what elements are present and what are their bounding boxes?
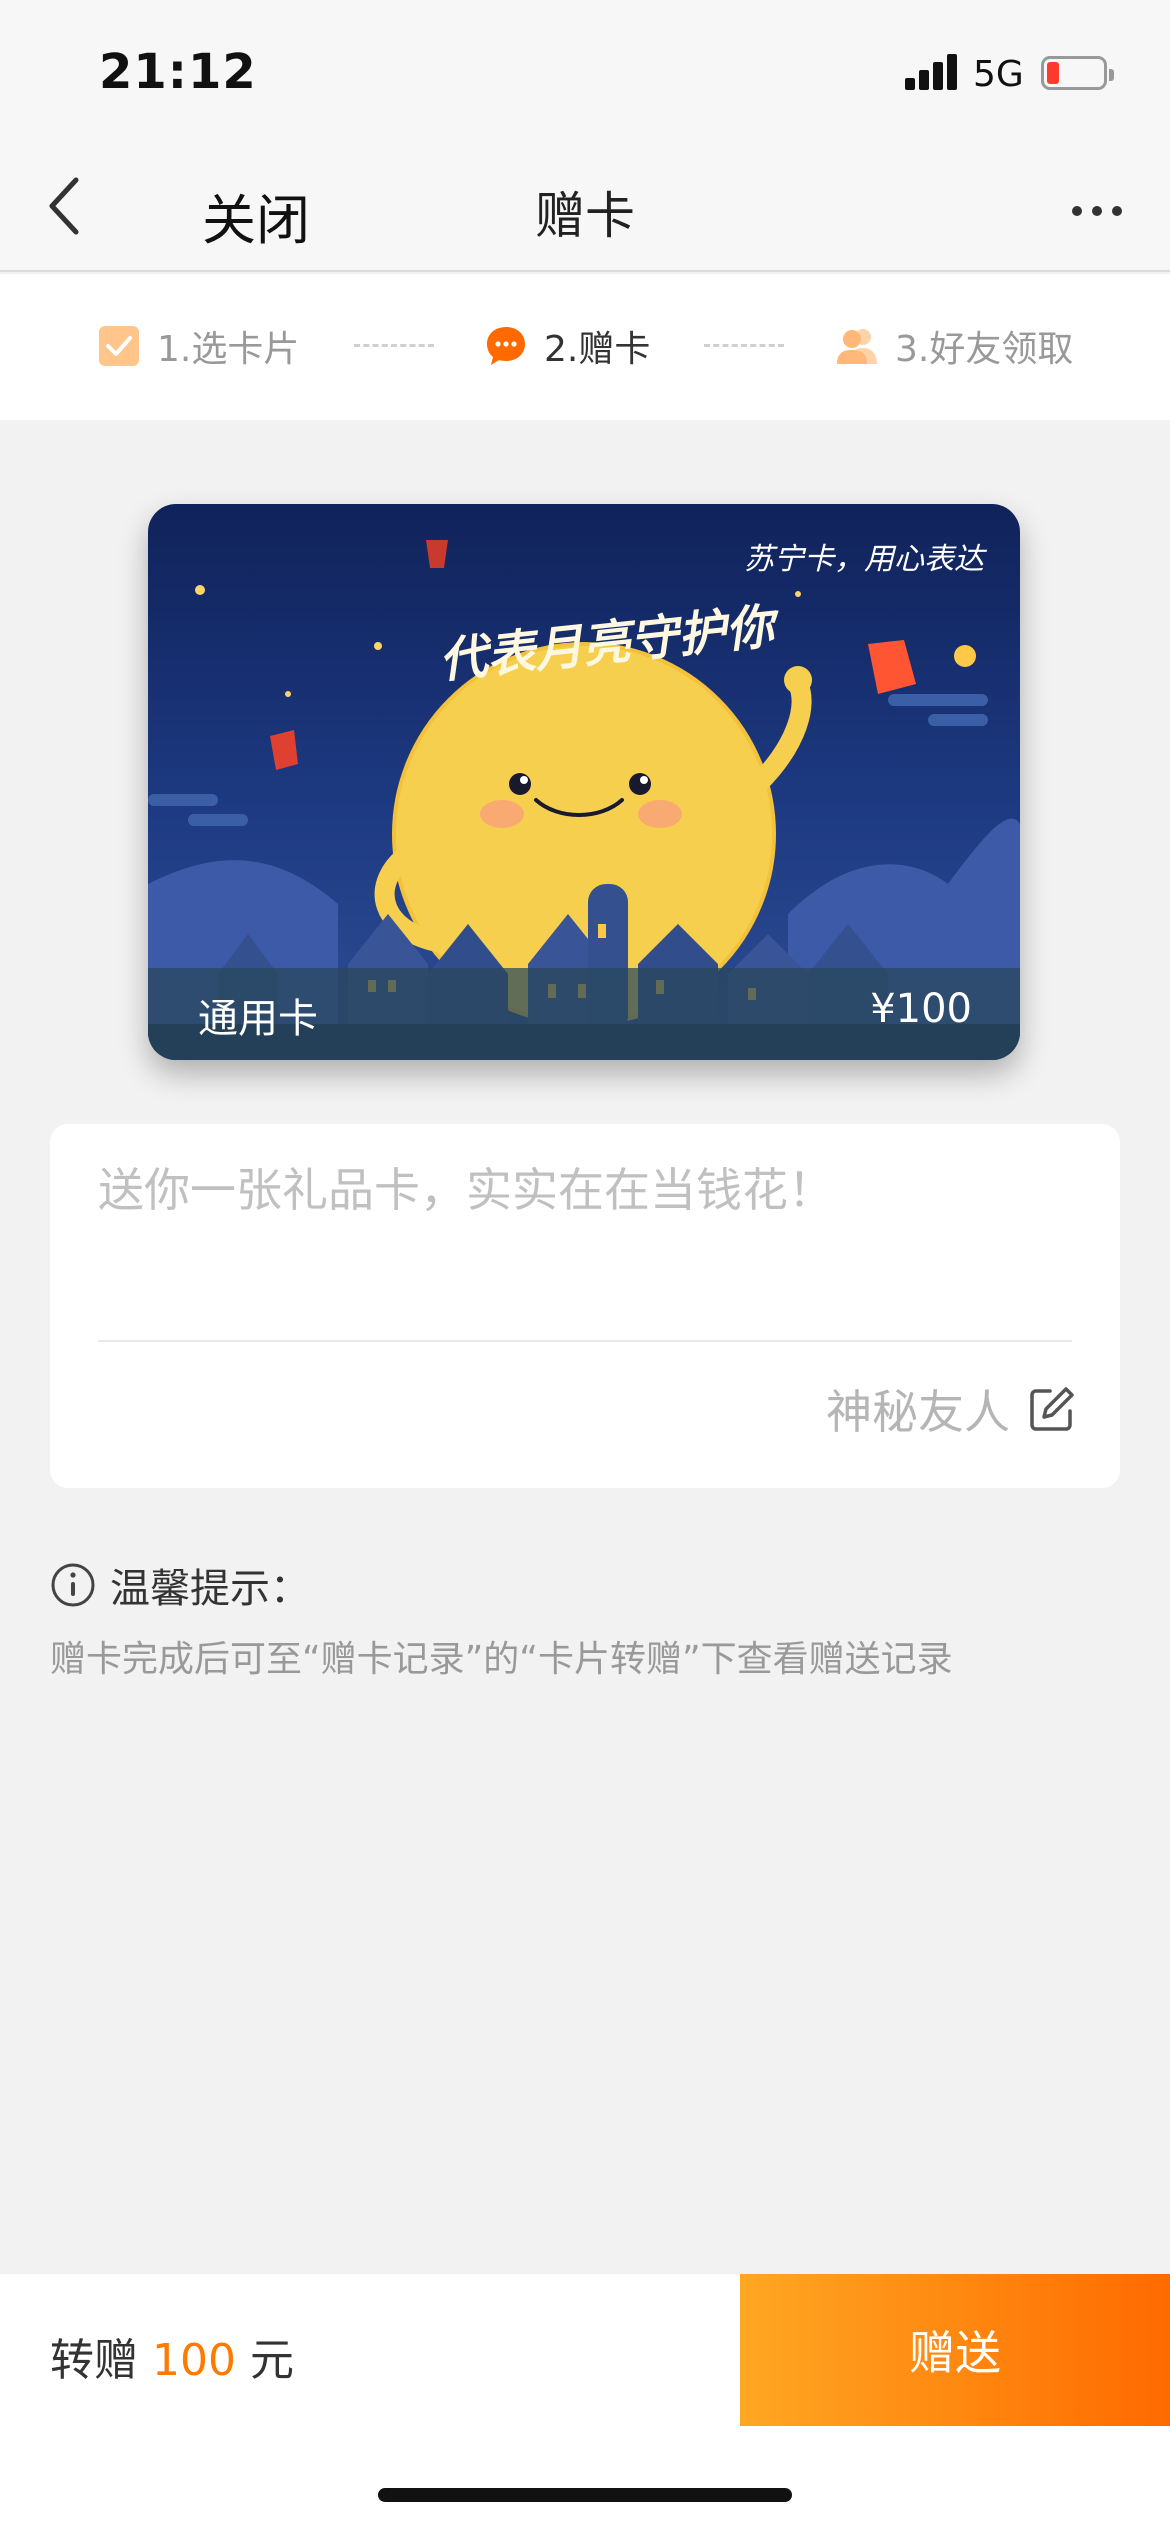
gift-card[interactable]: 苏宁卡，用心表达 代表月亮守护你 通用卡 ¥100 [148, 504, 1020, 1060]
message-divider [98, 1340, 1072, 1342]
network-type: 5G [973, 54, 1024, 95]
step-select-card: 1.选卡片 [97, 318, 299, 374]
tips-header: 温馨提示： [50, 1556, 310, 1614]
sender-name: 神秘友人 [826, 1385, 1010, 1439]
card-type: 通用卡 [198, 996, 318, 1042]
message-box: 送你一张礼品卡，实实在在当钱花！ 神秘友人 [50, 1124, 1120, 1488]
battery-icon [1041, 56, 1114, 90]
status-bar: 21:12 5G [0, 0, 1170, 150]
tips-title: 温馨提示： [110, 1566, 310, 1612]
step-gift-card: 2.赠卡 [484, 318, 650, 374]
step-divider [354, 344, 434, 347]
more-icon[interactable] [1072, 196, 1132, 226]
home-indicator [378, 2488, 792, 2502]
send-button[interactable]: 赠送 [740, 2274, 1170, 2426]
card-amount: ¥100 [870, 986, 972, 1032]
step-label: 3.好友领取 [895, 329, 1074, 370]
signal-icon [905, 52, 959, 90]
nav-bar: 关闭 赠卡 [0, 150, 1170, 272]
chat-icon [484, 324, 528, 368]
checkbox-icon [97, 324, 141, 368]
sender-name-field[interactable]: 神秘友人 [826, 1376, 1076, 1442]
info-icon [51, 1563, 95, 1607]
step-label: 2.赠卡 [544, 329, 651, 370]
card-slogan: 苏宁卡，用心表达 [744, 542, 984, 577]
progress-steps: 1.选卡片 2.赠卡 3.好友领取 [0, 274, 1170, 420]
gift-card-page: 21:12 5G 关闭 赠卡 1.选卡片 2.赠卡 3.好友领取 苏宁卡，用心表… [0, 0, 1170, 2532]
transfer-amount: 100 [152, 2335, 236, 2386]
page-title: 赠卡 [535, 187, 635, 245]
step-label: 1.选卡片 [157, 329, 300, 370]
transfer-unit: 元 [249, 2335, 294, 2386]
step-divider [704, 344, 784, 347]
step-friend-receive: 3.好友领取 [835, 318, 1073, 374]
card-footer: 通用卡 ¥100 [148, 968, 1020, 1060]
status-time: 21:12 [99, 44, 257, 100]
friends-icon [835, 324, 879, 368]
transfer-summary: 转赠 100 元 [50, 2324, 294, 2388]
edit-icon[interactable] [1028, 1385, 1076, 1433]
transfer-prefix: 转赠 [50, 2335, 138, 2386]
tips-body: 赠卡完成后可至“赠卡记录”的“卡片转赠”下查看赠送记录 [50, 1639, 953, 1680]
message-input[interactable]: 送你一张礼品卡，实实在在当钱花！ [98, 1154, 834, 1220]
